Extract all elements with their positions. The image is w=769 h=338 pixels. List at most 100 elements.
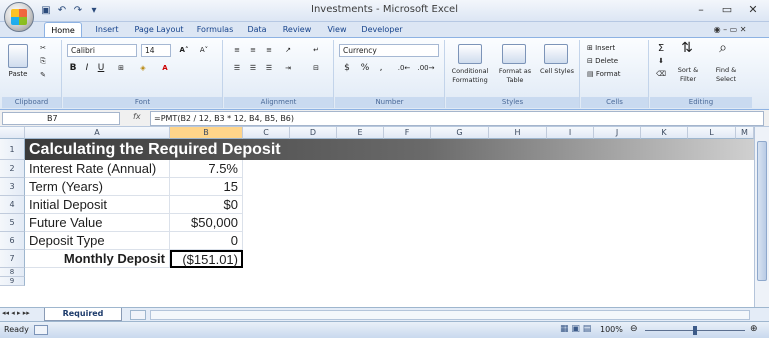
save-icon[interactable]: ▣ [40,5,52,17]
row-header[interactable]: 6 [0,232,25,250]
sort-filter-button[interactable]: Sort & Filter [670,66,706,84]
column-header[interactable]: G [431,127,489,139]
row-header[interactable]: 7 [0,250,25,268]
currency-format-button[interactable]: $ [341,64,353,73]
underline-button[interactable]: U [95,64,107,73]
row-header[interactable]: 8 [0,268,25,277]
cut-icon[interactable]: ✂ [36,44,50,53]
label-cell[interactable]: Initial Deposit [25,196,170,214]
format-painter-icon[interactable]: ✎ [36,71,50,80]
name-box[interactable]: B7 [2,112,120,125]
comma-style-button[interactable]: , [375,64,387,73]
column-header[interactable]: K [641,127,688,139]
align-center-icon[interactable]: ☰ [246,64,260,73]
tab-view[interactable]: View [322,22,352,38]
decrease-decimal-icon[interactable]: .00→ [417,64,435,73]
zoom-in-icon[interactable]: ⊕ [750,324,758,334]
delete-cells-button[interactable]: ⊟ Delete [587,57,643,66]
font-family-select[interactable]: Calibri [67,44,137,57]
minimize-icon[interactable]: – [691,3,711,17]
column-header[interactable]: H [489,127,547,139]
row-header[interactable]: 9 [0,277,25,286]
maximize-icon[interactable]: ▭ [717,3,737,17]
close-icon[interactable]: ✕ [743,3,763,17]
indent-icon[interactable]: ⇥ [280,64,296,73]
bold-button[interactable]: B [67,64,79,73]
find-select-icon[interactable]: ⌕ [712,41,734,55]
tab-data[interactable]: Data [242,22,272,38]
font-color-icon[interactable]: A [157,64,173,73]
label-cell[interactable]: Deposit Type [25,232,170,250]
column-header[interactable]: D [290,127,337,139]
merge-center-icon[interactable]: ⊟ [308,64,324,73]
label-cell[interactable]: Monthly Deposit [25,250,170,268]
increase-decimal-icon[interactable]: .0← [395,64,413,73]
number-format-select[interactable]: Currency [339,44,439,57]
tab-insert[interactable]: Insert [90,22,124,38]
insert-sheet-icon[interactable] [130,310,146,320]
column-header[interactable]: L [688,127,736,139]
align-right-icon[interactable]: ☰ [262,64,276,73]
percent-format-button[interactable]: % [359,64,371,73]
cell-styles-icon[interactable] [544,44,568,64]
find-select-button[interactable]: Find & Select [708,66,744,84]
sheet-tab-required-deposit[interactable]: Required Deposit [44,308,122,330]
column-header[interactable]: C [243,127,290,139]
column-header[interactable]: E [337,127,384,139]
sort-filter-icon[interactable]: ⇅ [676,41,698,55]
format-as-table-button[interactable]: Format as Table [496,67,534,85]
grow-font-icon[interactable]: A˄ [175,46,193,55]
value-cell[interactable]: 0 [170,232,243,250]
sheet-title-cell[interactable]: Calculating the Required Deposit [29,140,281,160]
label-cell[interactable]: Interest Rate (Annual) [25,160,170,178]
scroll-thumb[interactable] [757,141,767,281]
row-header[interactable]: 5 [0,214,25,232]
column-header[interactable]: M [736,127,754,139]
value-cell[interactable]: $0 [170,196,243,214]
office-button[interactable] [4,2,34,32]
italic-button[interactable]: I [81,64,93,73]
row-header[interactable]: 3 [0,178,25,196]
column-header[interactable]: I [547,127,594,139]
align-left-icon[interactable]: ☰ [230,64,244,73]
customize-qat-icon[interactable]: ▾ [88,5,100,17]
column-header[interactable]: A [25,127,170,139]
format-as-table-icon[interactable] [502,44,526,64]
tab-developer[interactable]: Developer [358,22,406,38]
fill-color-icon[interactable]: ◈ [135,64,151,73]
insert-function-icon[interactable]: fx [133,112,141,121]
insert-cells-button[interactable]: ⊞ Insert [587,44,643,53]
tab-review[interactable]: Review [278,22,316,38]
label-cell[interactable]: Future Value [25,214,170,232]
ribbon-help-controls[interactable]: ◉ – ▭ ✕ [700,22,760,38]
column-header[interactable]: B [170,127,243,139]
tab-formulas[interactable]: Formulas [192,22,238,38]
macro-record-icon[interactable] [34,325,48,335]
format-cells-button[interactable]: ▤ Format [587,70,643,79]
align-middle-icon[interactable]: ≡ [246,46,260,55]
copy-icon[interactable]: ⎘ [36,57,50,66]
align-top-icon[interactable]: ≡ [230,46,244,55]
value-cell[interactable]: $50,000 [170,214,243,232]
select-all-corner[interactable] [0,127,25,139]
paste-button[interactable]: Paste [4,70,32,79]
font-size-select[interactable]: 14 [141,44,171,57]
value-cell[interactable]: 7.5% [170,160,243,178]
align-bottom-icon[interactable]: ≡ [262,46,276,55]
row-header[interactable]: 4 [0,196,25,214]
view-buttons-icon[interactable]: ▦ ▣ ▤ [560,324,591,334]
conditional-formatting-button[interactable]: Conditional Formatting [446,67,494,85]
orientation-icon[interactable]: ↗ [280,46,296,55]
sheet-nav-icon[interactable]: ◂◂ ◂ ▸ ▸▸ [2,309,30,317]
wrap-text-icon[interactable]: ↵ [308,46,324,55]
conditional-formatting-icon[interactable] [458,44,482,64]
column-header[interactable]: F [384,127,431,139]
clear-icon[interactable]: ⌫ [654,70,668,79]
zoom-slider-thumb[interactable] [693,326,697,335]
column-header[interactable]: J [594,127,641,139]
shrink-font-icon[interactable]: A˅ [195,46,213,55]
zoom-level[interactable]: 100% [600,325,623,334]
label-cell[interactable]: Term (Years) [25,178,170,196]
row-header[interactable]: 1 [0,139,25,160]
row-header[interactable]: 2 [0,160,25,178]
